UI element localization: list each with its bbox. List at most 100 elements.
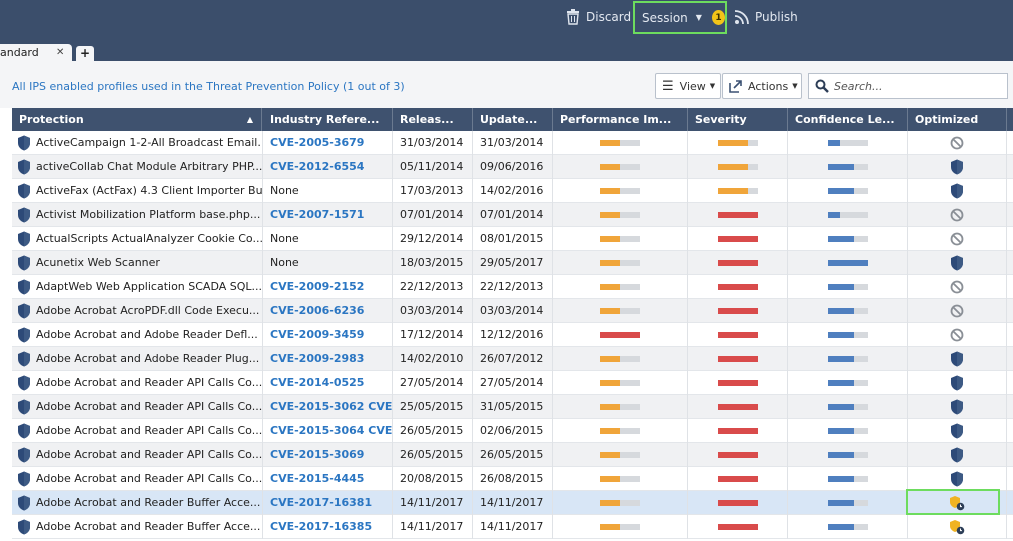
cve-link[interactable]: CVE-2006-6236 [270, 304, 364, 317]
cve-link[interactable]: CVE-2015-3062 CVE-201 [270, 400, 392, 413]
table-row[interactable]: ActiveFax (ActFax) 4.3 Client Importer B… [12, 179, 1013, 203]
cve-link[interactable]: CVE-2017-16381 [270, 496, 372, 509]
optimized-cell[interactable] [908, 299, 1007, 323]
optimized-cell[interactable] [908, 155, 1007, 179]
add-tab-button[interactable]: + [76, 46, 94, 61]
cve-link[interactable]: CVE-2014-0525 [270, 376, 364, 389]
confidence-cell [788, 515, 908, 539]
top-toolbar: Discard Session ▼ 1 Publish [0, 0, 1013, 44]
released-cell: 25/05/2015 [393, 395, 473, 419]
search-icon [815, 79, 829, 93]
optimized-cell[interactable] [908, 515, 1007, 539]
table-row[interactable]: Adobe Acrobat and Reader Buffer Acce... … [12, 491, 1013, 515]
column-header-severity[interactable]: Severity [688, 108, 788, 131]
cve-link[interactable]: CVE-2017-16385 [270, 520, 372, 533]
search-input[interactable] [834, 79, 994, 93]
protection-cell: ActiveCampaign 1-2-All Broadcast Email..… [12, 131, 263, 155]
table-row[interactable]: Adobe Acrobat and Adobe Reader Plug... C… [12, 347, 1013, 371]
table-row[interactable]: Activist Mobilization Platform base.php.… [12, 203, 1013, 227]
table-row[interactable]: Acunetix Web Scanner None 18/03/2015 29/… [12, 251, 1013, 275]
performance-cell [553, 491, 688, 515]
close-icon[interactable]: ✕ [56, 44, 64, 61]
cve-link[interactable]: CVE-2015-3064 CVE-201 [270, 424, 392, 437]
updated-cell: 09/06/2016 [473, 155, 553, 179]
publish-label: Publish [755, 10, 798, 24]
updated-cell: 02/06/2015 [473, 419, 553, 443]
confidence-bar [828, 500, 868, 506]
caret-down-icon: ▼ [709, 82, 716, 90]
cve-link[interactable]: CVE-2009-3459 [270, 328, 364, 341]
cve-link[interactable]: CVE-2012-6554 [270, 160, 364, 173]
column-header-confidence-level[interactable]: Confidence Le... [788, 108, 908, 131]
filter-bar: All IPS enabled profiles used in the Thr… [0, 61, 1013, 108]
column-header-released[interactable]: Releas... [393, 108, 473, 131]
profile-summary-link[interactable]: All IPS enabled profiles used in the Thr… [12, 80, 405, 93]
cve-link[interactable]: CVE-2009-2983 [270, 352, 364, 365]
cve-link[interactable]: CVE-2015-4445 [270, 472, 364, 485]
cve-link[interactable]: CVE-2007-1571 [270, 208, 364, 221]
table-row[interactable]: Adobe Acrobat and Reader API Calls Co...… [12, 371, 1013, 395]
column-header-optimized[interactable]: Optimized [908, 108, 1007, 131]
column-header-updated[interactable]: Update... [473, 108, 553, 131]
table-row[interactable]: Adobe Acrobat and Reader API Calls Co...… [12, 443, 1013, 467]
optimized-cell[interactable] [908, 467, 1007, 491]
industry-reference-cell: CVE-2017-16381 [263, 491, 393, 515]
protection-name: Adobe Acrobat and Adobe Reader Defl... [36, 328, 258, 341]
industry-reference-text: None [270, 184, 299, 197]
table-row[interactable]: Adobe Acrobat and Adobe Reader Defl... C… [12, 323, 1013, 347]
table-row[interactable]: Adobe Acrobat AcroPDF.dll Code Execu... … [12, 299, 1013, 323]
cve-link[interactable]: CVE-2005-3679 [270, 136, 364, 149]
released-cell: 07/01/2014 [393, 203, 473, 227]
severity-bar [718, 164, 758, 170]
optimized-cell[interactable] [908, 347, 1007, 371]
industry-reference-cell: CVE-2015-3069 [263, 443, 393, 467]
table-row[interactable]: ActualScripts ActualAnalyzer Cookie Co..… [12, 227, 1013, 251]
tab-standard[interactable]: andard ✕ [0, 44, 72, 61]
column-header-performance-impact[interactable]: Performance Im... [553, 108, 688, 131]
optimized-cell[interactable] [908, 419, 1007, 443]
table-row[interactable]: Adobe Acrobat and Reader API Calls Co...… [12, 395, 1013, 419]
table-row[interactable]: Adobe Acrobat and Reader API Calls Co...… [12, 467, 1013, 491]
performance-bar [600, 332, 640, 338]
severity-cell [688, 371, 788, 395]
publish-button[interactable]: Publish [734, 0, 798, 34]
session-button[interactable]: Session ▼ 1 [633, 1, 727, 34]
optimized-cell[interactable] [908, 179, 1007, 203]
severity-cell [688, 203, 788, 227]
column-header-protection[interactable]: Protection ▲ [12, 108, 262, 131]
optimized-cell[interactable] [908, 227, 1007, 251]
cve-link[interactable]: CVE-2009-2152 [270, 280, 364, 293]
table-row[interactable]: ActiveCampaign 1-2-All Broadcast Email..… [12, 131, 1013, 155]
view-button[interactable]: ☰ View ▼ [655, 73, 721, 99]
column-header-industry-reference[interactable]: Industry Refere... [263, 108, 393, 131]
optimized-cell[interactable] [908, 251, 1007, 275]
released-cell: 26/05/2015 [393, 443, 473, 467]
optimized-cell[interactable] [908, 395, 1007, 419]
table-row[interactable]: Adobe Acrobat and Reader API Calls Co...… [12, 419, 1013, 443]
protection-cell: Adobe Acrobat AcroPDF.dll Code Execu... [12, 299, 263, 323]
actions-button[interactable]: Actions ▼ [722, 73, 802, 99]
table-row[interactable]: AdaptWeb Web Application SCADA SQL... CV… [12, 275, 1013, 299]
optimized-cell[interactable] [908, 275, 1007, 299]
optimized-cell[interactable] [908, 203, 1007, 227]
protection-name: ActiveFax (ActFax) 4.3 Client Importer B… [36, 184, 262, 197]
table-row[interactable]: activeCollab Chat Module Arbitrary PHP..… [12, 155, 1013, 179]
optimized-cell[interactable] [908, 131, 1007, 155]
optimized-cell[interactable] [908, 371, 1007, 395]
performance-bar [600, 404, 640, 410]
optimized-shield-icon [950, 471, 964, 487]
confidence-bar [828, 452, 868, 458]
discard-button[interactable]: Discard [566, 0, 631, 34]
confidence-cell [788, 419, 908, 443]
search-box[interactable] [808, 73, 1008, 99]
tab-strip: andard ✕ + [0, 44, 1013, 61]
optimized-cell[interactable] [908, 323, 1007, 347]
performance-bar [600, 236, 640, 242]
caret-down-icon: ▼ [792, 82, 798, 90]
confidence-bar [828, 332, 868, 338]
optimized-cell[interactable] [908, 443, 1007, 467]
protection-cell: Adobe Acrobat and Reader API Calls Co... [12, 371, 263, 395]
cve-link[interactable]: CVE-2015-3069 [270, 448, 364, 461]
confidence-bar [828, 404, 868, 410]
table-row[interactable]: Adobe Acrobat and Reader Buffer Acce... … [12, 515, 1013, 539]
